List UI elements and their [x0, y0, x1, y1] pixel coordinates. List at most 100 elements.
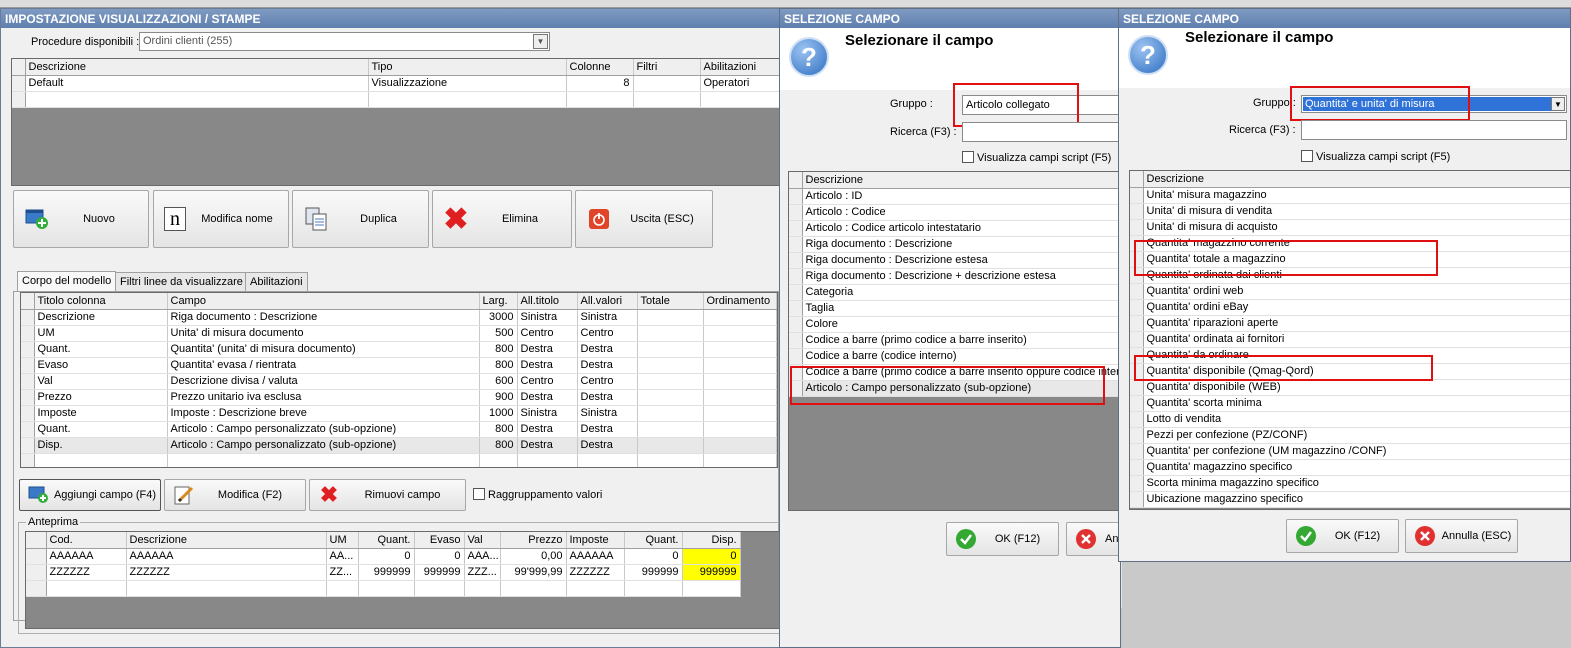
- list-item[interactable]: Articolo : ID: [789, 188, 1120, 205]
- list-item[interactable]: Quantita' ordini web: [1130, 283, 1570, 300]
- list-item[interactable]: Quantita' ordinata ai fornitori: [1130, 331, 1570, 348]
- list-item[interactable]: Articolo : Codice articolo intestatario: [789, 220, 1120, 237]
- list-item[interactable]: Codice a barre (codice interno): [789, 348, 1120, 365]
- cancel-icon: [1414, 525, 1436, 547]
- list-item[interactable]: Ubicazione magazzino specifico: [1130, 491, 1570, 508]
- list-item[interactable]: Codice a barre (primo codice a barre ins…: [789, 332, 1120, 349]
- col-totale[interactable]: Totale: [637, 293, 704, 310]
- annulla-button[interactable]: Annulla (ESC): [1405, 519, 1518, 553]
- table-row[interactable]: AAAAAA AAAAAA AA... 0 0 AAA... 0,00 AAAAAA 0 0: [26, 548, 741, 565]
- chevron-down-icon[interactable]: ▼: [1551, 97, 1565, 111]
- ok-button[interactable]: OK (F12): [1286, 519, 1399, 553]
- table-row[interactable]: Val Descrizione divisa / valuta 600 Centro C…: [21, 373, 777, 390]
- cell: Prezzo: [34, 389, 168, 406]
- table-row[interactable]: UM Unita' di misura documento 500 Centro Cen…: [21, 325, 777, 342]
- list-item[interactable]: Quantita' disponibile (WEB): [1130, 379, 1570, 396]
- list-item-label: Scorta minima magazzino specifico: [1143, 475, 1570, 492]
- table-row[interactable]: Prezzo Prezzo unitario iva esclusa 900 Dest…: [21, 389, 777, 406]
- ricerca-input[interactable]: [1301, 120, 1567, 140]
- list-item-label: Lotto di vendita: [1143, 411, 1570, 428]
- modifica-button[interactable]: Modifica (F2): [164, 479, 306, 511]
- list-item[interactable]: Colore: [789, 316, 1120, 333]
- cell: 0: [624, 548, 683, 565]
- annulla-button[interactable]: Annulla (ESC): [1066, 522, 1120, 556]
- list-item[interactable]: Pezzi per confezione (PZ/CONF): [1130, 427, 1570, 444]
- col-all-valori[interactable]: All.valori: [577, 293, 638, 310]
- list-item[interactable]: Unita' misura magazzino: [1130, 187, 1570, 204]
- list-item[interactable]: Quantita' riparazioni aperte: [1130, 315, 1570, 332]
- col-um[interactable]: UM: [326, 532, 359, 549]
- col-val[interactable]: Val: [464, 532, 501, 549]
- list-item[interactable]: Lotto di vendita: [1130, 411, 1570, 428]
- list-item[interactable]: Riga documento : Descrizione estesa: [789, 252, 1120, 269]
- col-imposte[interactable]: Imposte: [566, 532, 625, 549]
- col-descrizione[interactable]: Descrizione: [126, 532, 327, 549]
- aggiungi-campo-button[interactable]: Aggiungi campo (F4): [19, 479, 161, 511]
- checkbox-box[interactable]: [473, 488, 485, 500]
- chevron-down-icon[interactable]: ▼: [533, 34, 548, 49]
- list-item-label: Ubicazione magazzino specifico: [1143, 491, 1570, 508]
- list-item[interactable]: Quantita' magazzino specifico: [1130, 459, 1570, 476]
- col-quant[interactable]: Quant.: [358, 532, 415, 549]
- tab-abilitazioni[interactable]: Abilitazioni: [245, 272, 308, 292]
- list-item[interactable]: Categoria: [789, 284, 1120, 301]
- table-row[interactable]: Descrizione Riga documento : Descrizione 3…: [21, 309, 777, 326]
- col-campo[interactable]: Campo: [167, 293, 480, 310]
- table-row-empty[interactable]: [21, 453, 777, 467]
- col-titolo[interactable]: Titolo colonna: [34, 293, 168, 310]
- col-disp[interactable]: Disp.: [682, 532, 741, 549]
- list-item[interactable]: Quantita' ordini eBay: [1130, 299, 1570, 316]
- col-ordinamento[interactable]: Ordinamento: [703, 293, 777, 310]
- list-item[interactable]: Quantita' per confezione (UM magazzino /…: [1130, 443, 1570, 460]
- list-item[interactable]: Unita' di misura di vendita: [1130, 203, 1570, 220]
- cell: [637, 325, 704, 342]
- col-descrizione[interactable]: Descrizione: [25, 59, 369, 76]
- ok-button[interactable]: OK (F12): [946, 522, 1059, 556]
- col-all-titolo[interactable]: All.titolo: [517, 293, 578, 310]
- list-item[interactable]: Unita' di misura di acquisto: [1130, 219, 1570, 236]
- list-item[interactable]: Taglia: [789, 300, 1120, 317]
- list-item[interactable]: Articolo : Codice: [789, 204, 1120, 221]
- nuovo-button[interactable]: Nuovo: [13, 190, 149, 248]
- col-descrizione[interactable]: Descrizione: [802, 172, 1120, 189]
- table-row[interactable]: ZZZZZZ ZZZZZZ ZZ... 999999 999999 ZZZ... 99'99…: [26, 564, 741, 581]
- table-row-empty[interactable]: [12, 91, 780, 108]
- table-row[interactable]: Quant. Articolo : Campo personalizzato (s…: [21, 421, 777, 438]
- ricerca-input[interactable]: [962, 122, 1120, 142]
- table-row[interactable]: Imposte Imposte : Descrizione breve 1000 Si…: [21, 405, 777, 422]
- dialog-2-heading: Selezionare il campo: [1185, 29, 1334, 46]
- table-row[interactable]: Quant. Quantita' (unita' di misura docume…: [21, 341, 777, 358]
- columns-grid-header: Titolo colonna Campo Larg. All.titolo Al…: [21, 293, 777, 310]
- col-tipo[interactable]: Tipo: [368, 59, 567, 76]
- tab-corpo-del-modello[interactable]: Corpo del modello: [17, 271, 117, 292]
- col-filtri[interactable]: Filtri: [633, 59, 701, 76]
- col-prezzo[interactable]: Prezzo: [500, 532, 567, 549]
- table-row[interactable]: Evaso Quantita' evasa / rientrata 800 Destr…: [21, 357, 777, 374]
- rimuovi-campo-button[interactable]: ✖ Rimuovi campo: [309, 479, 466, 511]
- modifica-nome-button[interactable]: n Modifica nome: [153, 190, 289, 248]
- raggruppamento-checkbox[interactable]: Raggruppamento valori: [473, 488, 602, 501]
- table-row-empty[interactable]: [26, 580, 741, 597]
- list-item[interactable]: Scorta minima magazzino specifico: [1130, 475, 1570, 492]
- elimina-button[interactable]: ✖ Elimina: [432, 190, 572, 248]
- duplica-button[interactable]: Duplica: [292, 190, 429, 248]
- col-abilitazioni[interactable]: Abilitazioni: [700, 59, 780, 76]
- col-quant-2[interactable]: Quant.: [624, 532, 683, 549]
- procedure-select[interactable]: Ordini clienti (255) ▼: [139, 32, 550, 51]
- list-item[interactable]: Riga documento : Descrizione: [789, 236, 1120, 253]
- col-descrizione[interactable]: Descrizione: [1143, 171, 1570, 188]
- col-larg[interactable]: Larg.: [479, 293, 518, 310]
- uscita-button[interactable]: Uscita (ESC): [575, 190, 713, 248]
- checkbox-box[interactable]: [962, 151, 974, 163]
- col-evaso[interactable]: Evaso: [414, 532, 465, 549]
- table-row[interactable]: Default Visualizzazione 8 Operatori: [12, 75, 780, 92]
- list-item[interactable]: Riga documento : Descrizione + descrizio…: [789, 268, 1120, 285]
- tab-filtri-linee[interactable]: Filtri linee da visualizzare: [115, 272, 248, 292]
- checkbox-box[interactable]: [1301, 150, 1313, 162]
- col-colonne[interactable]: Colonne: [566, 59, 634, 76]
- list-item[interactable]: Quantita' scorta minima: [1130, 395, 1570, 412]
- col-cod[interactable]: Cod.: [46, 532, 127, 549]
- table-row[interactable]: Disp. Articolo : Campo personalizzato (su…: [21, 437, 777, 454]
- script-checkbox[interactable]: Visualizza campi script (F5): [962, 151, 1111, 164]
- script-checkbox[interactable]: Visualizza campi script (F5): [1301, 150, 1450, 163]
